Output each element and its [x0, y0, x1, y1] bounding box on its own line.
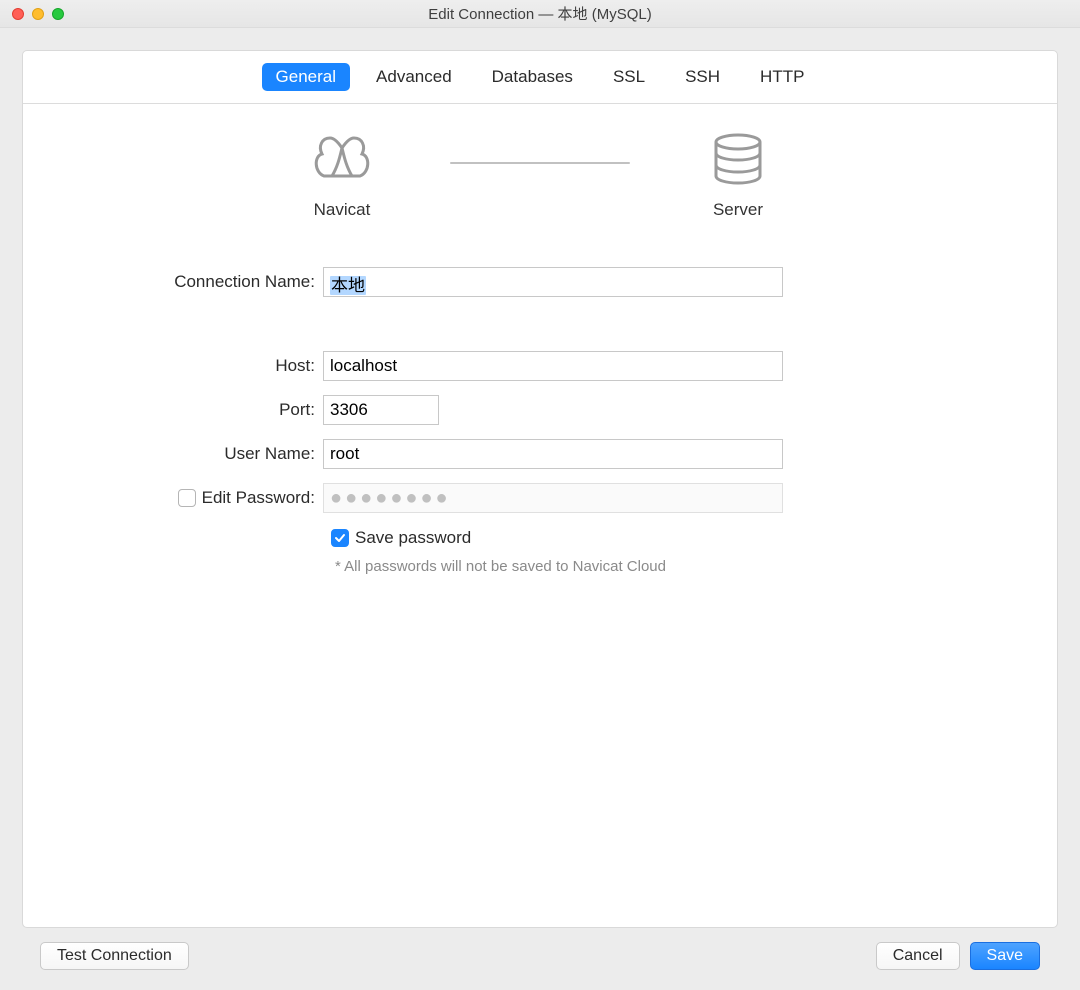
settings-panel: General Advanced Databases SSL SSH HTTP	[22, 50, 1058, 928]
form: Connection Name: 本地 Host: Port:	[23, 230, 1057, 575]
row-username: User Name:	[23, 432, 1057, 476]
edit-connection-window: Edit Connection — 本地 (MySQL) General Adv…	[0, 0, 1080, 990]
password-masked: ●●●●●●●●	[324, 488, 451, 508]
titlebar: Edit Connection — 本地 (MySQL)	[0, 0, 1080, 28]
navicat-icon	[310, 132, 374, 188]
password-input[interactable]: ●●●●●●●●	[323, 483, 783, 513]
diagram-connector	[450, 162, 630, 164]
host-input[interactable]	[323, 351, 783, 381]
tab-databases[interactable]: Databases	[478, 63, 587, 91]
row-port: Port:	[23, 388, 1057, 432]
host-label: Host:	[23, 356, 323, 376]
edit-password-checkbox[interactable]	[178, 489, 196, 507]
username-label: User Name:	[23, 444, 323, 464]
row-connection-name: Connection Name: 本地	[23, 260, 1057, 304]
connection-name-value: 本地	[330, 276, 366, 295]
footer: Test Connection Cancel Save	[22, 928, 1058, 976]
diagram-server-label: Server	[713, 200, 763, 220]
window-title: Edit Connection — 本地 (MySQL)	[0, 3, 1080, 24]
port-label: Port:	[23, 400, 323, 420]
cancel-button[interactable]: Cancel	[876, 942, 960, 970]
diagram-server: Server	[658, 132, 818, 220]
save-password-label: Save password	[355, 528, 471, 548]
row-edit-password: Edit Password: ●●●●●●●●	[23, 476, 1057, 520]
diagram-navicat: Navicat	[262, 132, 422, 220]
port-input[interactable]	[323, 395, 439, 425]
database-icon	[706, 132, 770, 188]
connection-diagram: Navicat Server	[23, 104, 1057, 230]
tab-ssh[interactable]: SSH	[671, 63, 734, 91]
tab-ssl[interactable]: SSL	[599, 63, 659, 91]
save-password-checkbox[interactable]	[331, 529, 349, 547]
password-note: * All passwords will not be saved to Nav…	[23, 558, 1057, 575]
test-connection-button[interactable]: Test Connection	[40, 942, 189, 970]
row-save-password: Save password	[23, 528, 1057, 548]
row-host: Host:	[23, 344, 1057, 388]
username-input[interactable]	[323, 439, 783, 469]
content-area: General Advanced Databases SSL SSH HTTP	[0, 28, 1080, 990]
edit-password-label: Edit Password:	[202, 488, 315, 508]
tabs: General Advanced Databases SSL SSH HTTP	[23, 51, 1057, 104]
save-button[interactable]: Save	[970, 942, 1040, 970]
connection-name-label: Connection Name:	[23, 272, 323, 292]
tab-advanced[interactable]: Advanced	[362, 63, 466, 91]
tab-general[interactable]: General	[262, 63, 350, 91]
connection-name-input[interactable]: 本地	[323, 267, 783, 297]
diagram-navicat-label: Navicat	[314, 200, 371, 220]
tab-http[interactable]: HTTP	[746, 63, 818, 91]
